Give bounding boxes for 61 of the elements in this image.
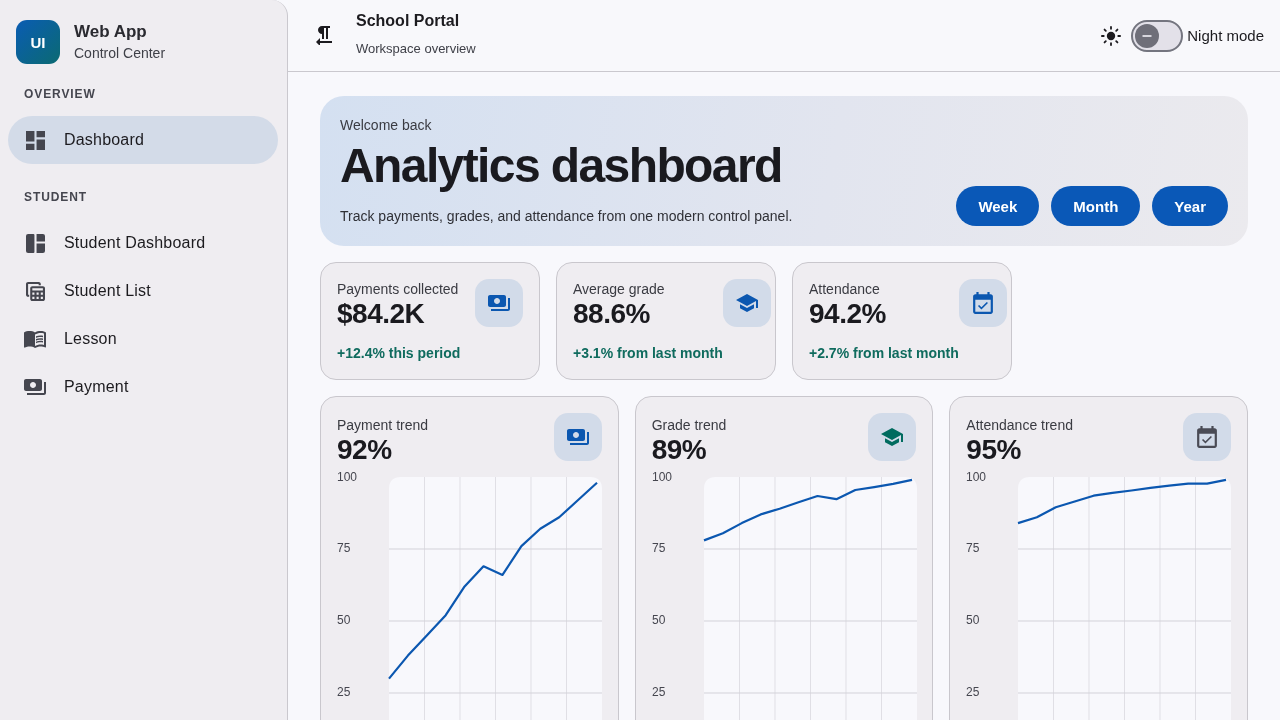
trend-value: 89% — [651, 434, 708, 466]
stat-change: +2.7% from last month — [809, 344, 959, 362]
y-axis-label: 25 — [966, 685, 980, 700]
sidebar-item[interactable]: Payment — [8, 363, 278, 411]
y-axis-label: 100 — [651, 470, 672, 485]
y-axis-label: 75 — [966, 541, 980, 556]
calendar-check-icon — [1183, 413, 1231, 461]
graduation-cap-icon — [868, 413, 917, 461]
calendar-check-icon — [958, 279, 1007, 327]
layout-icon — [25, 233, 45, 253]
stat-label: Payments collected — [337, 280, 460, 298]
sidebar-item[interactable]: Student Dashboard — [8, 219, 278, 267]
y-axis-label: 50 — [966, 613, 980, 628]
y-axis-label: 75 — [651, 541, 665, 556]
y-axis-label: 25 — [651, 685, 665, 700]
stat-value: 94.2% — [809, 298, 887, 330]
banknotes-icon — [24, 379, 46, 395]
section-heading: STUDENT — [23, 189, 88, 205]
page-subtitle: Workspace overview — [356, 41, 476, 57]
y-axis-label: 50 — [337, 613, 351, 628]
y-axis-label: 25 — [337, 685, 351, 700]
sidebar-item[interactable]: Student List — [8, 267, 278, 315]
dashboard-description: Track payments, grades, and attendance from one modern control panel. — [340, 207, 793, 225]
section-heading: OVERVIEW — [23, 86, 97, 102]
page-title: School Portal — [356, 11, 461, 31]
stat-label: Average grade — [573, 280, 666, 298]
banknotes-icon — [475, 279, 523, 327]
dashboard-icon — [25, 130, 45, 150]
table-icon — [25, 281, 45, 301]
minus-icon — [1135, 23, 1160, 48]
book-icon — [24, 330, 46, 348]
period-button[interactable]: Year — [1152, 186, 1228, 226]
y-axis-label: 75 — [337, 541, 351, 556]
y-axis-label: 100 — [337, 470, 358, 485]
stat-value: $84.2K — [337, 298, 426, 330]
y-axis-label: 50 — [651, 613, 665, 628]
sun-icon — [1101, 25, 1122, 46]
text-direction-icon[interactable] — [316, 26, 332, 45]
stat-value: 88.6% — [573, 298, 651, 330]
period-button[interactable]: Month — [1051, 186, 1141, 226]
app-subtitle: Control Center — [74, 44, 166, 62]
sidebar-item[interactable]: Dashboard — [8, 116, 278, 164]
trend-label: Payment trend — [337, 416, 429, 434]
trend-value: 95% — [966, 434, 1022, 466]
dashboard-title: Analytics dashboard — [340, 138, 783, 194]
trend-value: 92% — [337, 434, 393, 466]
sidebar-item[interactable]: Lesson — [8, 315, 278, 363]
night-mode-switch[interactable] — [1131, 19, 1184, 52]
stat-label: Attendance — [809, 280, 881, 298]
graduation-cap-icon — [722, 279, 771, 327]
app-logo: UI — [16, 20, 60, 64]
stat-change: +3.1% from last month — [573, 344, 723, 362]
stat-change: +12.4% this period — [337, 344, 461, 362]
y-axis-label: 100 — [966, 470, 987, 485]
night-mode-label: Night mode — [1187, 27, 1264, 44]
welcome-text: Welcome back — [340, 116, 433, 134]
trend-label: Attendance trend — [966, 416, 1073, 434]
trend-label: Grade trend — [651, 416, 727, 434]
app-name: Web App — [74, 22, 148, 42]
banknotes-icon — [553, 413, 602, 461]
period-button[interactable]: Week — [956, 186, 1040, 226]
